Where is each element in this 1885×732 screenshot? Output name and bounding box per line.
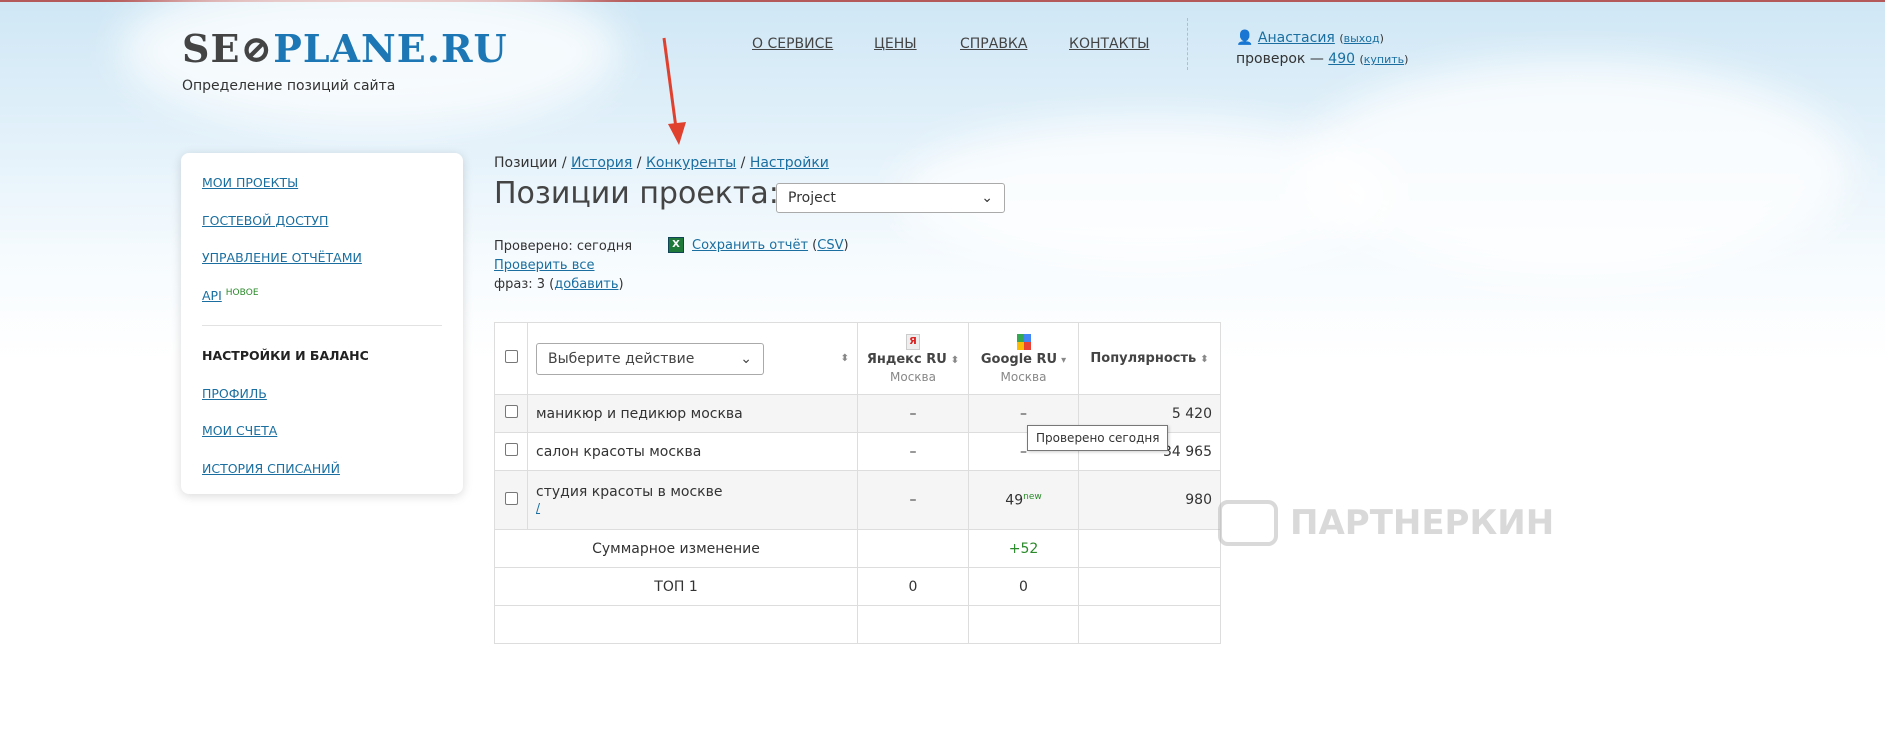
save-report: X Сохранить отчёт (CSV): [668, 237, 849, 253]
action-select[interactable]: Выберите действие ⌄: [536, 342, 764, 375]
top1-google: 0: [968, 567, 1079, 606]
row-checkbox[interactable]: [504, 443, 518, 456]
phrase: студия красоты в москве: [536, 484, 723, 500]
sort-desc-icon[interactable]: ▾: [1061, 355, 1066, 366]
col-google[interactable]: Google RU: [981, 352, 1057, 367]
checked-status: Проверено: сегодня: [494, 239, 633, 254]
summary-google: +52: [968, 529, 1079, 568]
phrase: маникюр и педикюр москва: [527, 394, 858, 433]
select-all-checkbox[interactable]: [504, 350, 518, 363]
table-header: Выберите действие ⌄ ⬍ Я Яндекс RU ⬍ Москва Go…: [494, 322, 1221, 395]
yandex-position: –: [857, 394, 969, 433]
phrases-count: фраз: 3: [494, 277, 546, 292]
phrase: салон красоты москва: [527, 432, 858, 471]
col-yandex[interactable]: Яндекс RU: [867, 352, 947, 367]
yandex-position: –: [857, 470, 969, 530]
watermark: ПАРТНЕРКИН: [1218, 500, 1554, 546]
sidebar-item-guest-access[interactable]: ГОСТЕВОЙ ДОСТУП: [202, 213, 442, 251]
top1-yandex: 0: [857, 567, 969, 606]
table-row: студия красоты в москве / – 49new 980: [494, 470, 1221, 530]
url-link[interactable]: /: [536, 501, 540, 515]
sidebar-item-invoices[interactable]: МОИ СЧЕТА: [202, 423, 442, 461]
sidebar-item-reports[interactable]: УПРАВЛЕНИЕ ОТЧЁТАМИ: [202, 250, 442, 288]
google-position: 49: [1005, 492, 1024, 509]
save-report-link[interactable]: Сохранить отчёт: [692, 238, 808, 253]
check-info: Проверено: сегодня Проверить все фраз: 3…: [494, 239, 633, 292]
sidebar-item-api[interactable]: API: [202, 288, 222, 303]
col-popularity[interactable]: Популярность: [1090, 351, 1196, 366]
top1-label: ТОП 1: [494, 567, 858, 606]
sort-icon[interactable]: ⬍: [841, 353, 849, 364]
check-all-link[interactable]: Проверить все: [494, 258, 595, 273]
sidebar-item-profile[interactable]: ПРОФИЛЬ: [202, 386, 442, 424]
chevron-down-icon: ⌄: [740, 350, 752, 367]
positions-table: Выберите действие ⌄ ⬍ Я Яндекс RU ⬍ Москва Go…: [494, 322, 1221, 644]
sidebar-divider: [202, 325, 442, 326]
tooltip: Проверено сегодня: [1027, 425, 1169, 451]
top1-row: ТОП 1 0 0: [494, 567, 1221, 606]
excel-icon: X: [668, 237, 684, 253]
sidebar: МОИ ПРОЕКТЫ ГОСТЕВОЙ ДОСТУП УПРАВЛЕНИЕ О…: [181, 153, 463, 494]
new-badge: new: [1023, 491, 1042, 502]
sidebar-item-history[interactable]: ИСТОРИЯ СПИСАНИЙ: [202, 461, 442, 499]
yandex-position: –: [857, 432, 969, 471]
row-checkbox[interactable]: [504, 405, 518, 418]
red-arrow-annotation: [662, 37, 686, 145]
sort-icon[interactable]: ⬍: [951, 355, 959, 366]
watermark-icon: [1218, 500, 1278, 546]
sort-icon[interactable]: ⬍: [1200, 354, 1208, 365]
summary-row: Суммарное изменение +52: [494, 529, 1221, 568]
new-badge: НОВОЕ: [225, 287, 259, 298]
popularity: 980: [1078, 470, 1221, 530]
sidebar-section-title: НАСТРОЙКИ И БАЛАНС: [202, 348, 369, 363]
yandex-icon: Я: [906, 333, 920, 350]
google-icon: [1016, 333, 1031, 350]
row-checkbox[interactable]: [504, 491, 518, 505]
summary-label: Суммарное изменение: [494, 529, 858, 568]
add-phrase-link[interactable]: добавить: [554, 277, 618, 292]
csv-link[interactable]: CSV: [817, 238, 843, 253]
